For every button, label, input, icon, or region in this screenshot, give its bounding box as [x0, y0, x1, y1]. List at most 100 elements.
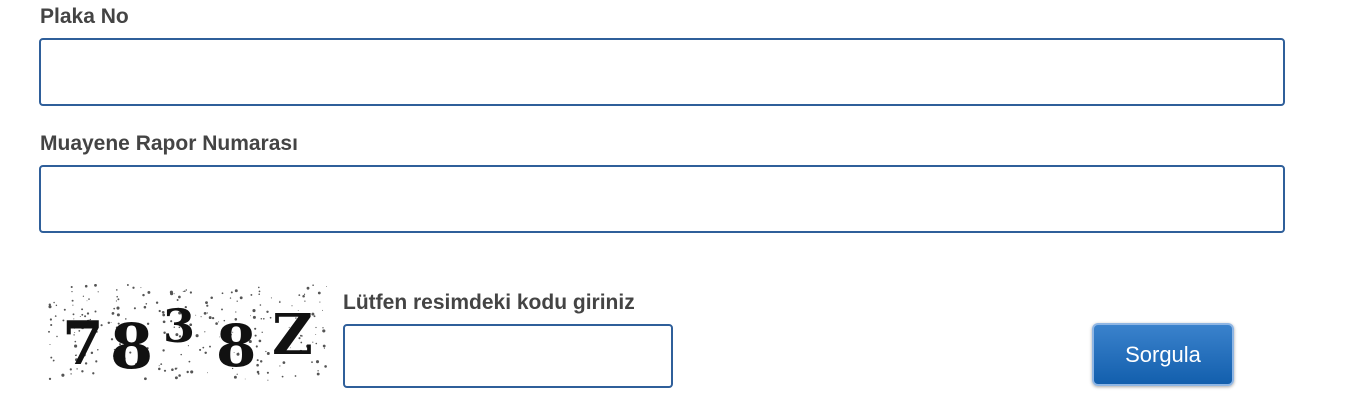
captcha-noise-dot	[50, 323, 53, 327]
captcha-noise-dot	[267, 379, 269, 381]
captcha-noise-dot	[202, 346, 205, 349]
captcha-noise-dot	[200, 316, 202, 318]
captcha-noise-dot	[230, 291, 233, 294]
captcha-noise-dot	[142, 293, 145, 297]
captcha-noise-dot	[266, 310, 269, 313]
captcha-noise-dot	[259, 304, 262, 306]
captcha-noise-dot	[256, 363, 259, 367]
captcha-noise-dot	[50, 356, 53, 359]
captcha-noise-dot	[260, 317, 263, 320]
captcha-noise-dot	[70, 285, 73, 289]
captcha-input[interactable]	[343, 324, 673, 388]
captcha-image: 7 8 3 8 Z	[48, 284, 328, 382]
captcha-noise-dot	[204, 331, 206, 333]
captcha-noise-dot	[298, 294, 301, 296]
captcha-noise-dot	[229, 297, 232, 299]
captcha-noise-dot	[155, 301, 159, 304]
captcha-noise-dot	[256, 370, 260, 374]
captcha-noise-dot	[126, 284, 129, 286]
captcha-noise-dot	[86, 300, 88, 302]
captcha-noise-dot	[234, 289, 238, 293]
captcha-noise-dot	[178, 374, 181, 377]
captcha-noise-dot	[208, 316, 212, 320]
plate-input[interactable]	[39, 38, 1285, 106]
captcha-noise-dot	[315, 326, 317, 329]
captcha-noise-dot	[322, 327, 324, 329]
captcha-noise-dot	[313, 315, 316, 318]
captcha-noise-dot	[171, 368, 174, 371]
captcha-noise-dot	[205, 301, 208, 305]
captcha-noise-dot	[262, 317, 265, 320]
captcha-noise-dot	[158, 367, 161, 371]
captcha-noise-dot	[54, 315, 57, 317]
query-button[interactable]: Sorgula	[1092, 323, 1234, 386]
captcha-noise-dot	[174, 376, 178, 380]
captcha-noise-dot	[53, 301, 55, 304]
captcha-noise-dot	[236, 300, 238, 302]
captcha-noise-dot	[178, 295, 181, 299]
captcha-noise-dot	[306, 286, 310, 290]
captcha-noise-dot	[206, 304, 209, 307]
captcha-noise-dot	[210, 296, 213, 299]
captcha-noise-dot	[322, 329, 326, 333]
captcha-noise-dot	[143, 305, 147, 309]
captcha-noise-dot	[97, 291, 99, 293]
captcha-noise-dot	[88, 298, 90, 300]
captcha-noise-dot	[48, 377, 52, 381]
captcha-noise-dot	[257, 286, 260, 289]
captcha-noise-dot	[256, 359, 259, 362]
captcha-char: 8	[110, 310, 153, 382]
captcha-char: 8	[216, 312, 256, 380]
captcha-noise-dot	[71, 290, 73, 293]
captcha-noise-dot	[115, 289, 118, 291]
captcha-noise-dot	[207, 372, 208, 374]
captcha-noise-dot	[326, 285, 328, 287]
captcha-noise-dot	[160, 363, 163, 366]
captcha-noise-dot	[324, 365, 327, 368]
captcha-noise-dot	[258, 339, 262, 343]
captcha-noise-dot	[132, 286, 135, 289]
captcha-noise-dot	[221, 292, 224, 295]
captcha-noise-dot	[188, 360, 191, 363]
report-number-input[interactable]	[39, 165, 1285, 233]
captcha-noise-dot	[250, 293, 253, 296]
captcha-noise-dot	[84, 284, 88, 288]
captcha-noise-dot	[312, 284, 314, 286]
captcha-noise-dot	[303, 293, 306, 295]
captcha-noise-dot	[169, 290, 173, 294]
captcha-noise-dot	[147, 290, 151, 294]
captcha-noise-dot	[294, 375, 297, 377]
captcha-noise-dot	[176, 367, 178, 369]
captcha-noise-dot	[270, 297, 272, 299]
captcha-noise-dot	[209, 345, 211, 348]
captcha-noise-dot	[49, 318, 52, 321]
captcha-noise-dot	[117, 298, 120, 301]
captcha-noise-dot	[158, 309, 161, 313]
captcha-char: 3	[163, 299, 195, 353]
captcha-noise-dot	[48, 330, 50, 333]
captcha-noise-dot	[266, 352, 270, 355]
captcha-noise-dot	[315, 360, 320, 364]
captcha-noise-dot	[319, 301, 321, 303]
captcha-noise-dot	[158, 365, 160, 367]
captcha-noise-dot	[180, 353, 182, 356]
captcha-noise-dot	[258, 293, 260, 295]
captcha-noise-dot	[72, 304, 74, 306]
captcha-noise-dot	[302, 295, 305, 298]
captcha-noise-dot	[182, 290, 184, 292]
captcha-noise-dot	[204, 351, 207, 355]
captcha-noise-dot	[183, 290, 186, 293]
captcha-char: Z	[272, 302, 313, 368]
captcha-noise-dot	[206, 312, 208, 314]
captcha-noise-dot	[115, 300, 117, 302]
captcha-noise-dot	[221, 308, 223, 311]
captcha-noise-dot	[48, 305, 52, 309]
plate-label: Plaka No	[40, 5, 129, 28]
captcha-noise-dot	[317, 291, 321, 295]
captcha-noise-dot	[189, 291, 193, 294]
captcha-noise-dot	[94, 284, 97, 287]
captcha-noise-dot	[239, 296, 243, 300]
captcha-noise-dot	[211, 316, 215, 320]
captcha-noise-dot	[261, 331, 263, 333]
captcha-noise-dot	[258, 290, 261, 293]
